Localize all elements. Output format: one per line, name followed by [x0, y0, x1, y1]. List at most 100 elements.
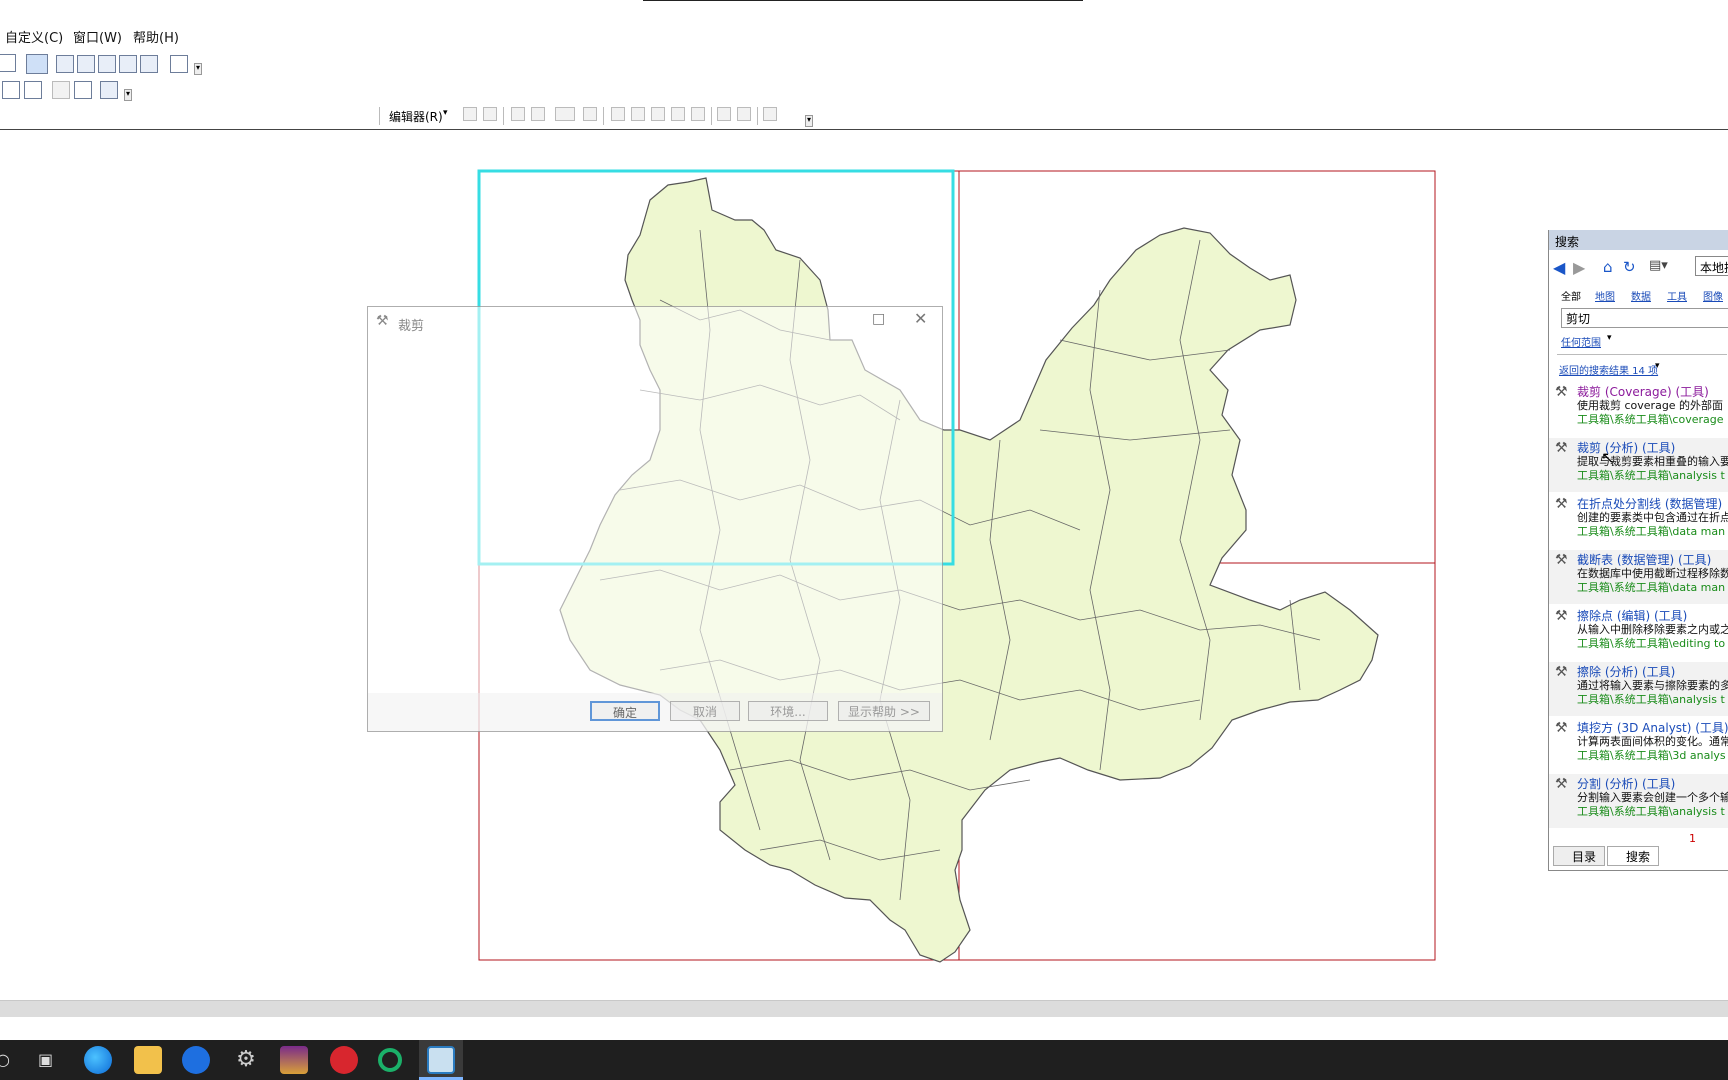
zoom-window-icon[interactable]	[100, 81, 118, 99]
table-icon[interactable]	[56, 55, 74, 73]
separator	[711, 107, 712, 125]
editor-tool-icon[interactable]	[26, 54, 48, 74]
back-icon[interactable]: ◀	[1553, 258, 1569, 277]
cut-polygon-icon	[651, 107, 665, 121]
result-path: 工具箱\系统工具箱\data man	[1577, 525, 1726, 538]
chevron-down-icon[interactable]: ▾	[1607, 333, 1612, 343]
hammer-icon: ⚒	[1555, 496, 1568, 512]
tab-search[interactable]: 搜索	[1607, 846, 1659, 866]
app-icon[interactable]: ⚙	[232, 1046, 260, 1074]
hammer-icon: ⚒	[1555, 720, 1568, 736]
separator	[503, 107, 504, 125]
tab-tools[interactable]: 工具	[1667, 288, 1687, 303]
python-window-icon[interactable]	[140, 55, 158, 73]
toolbar-row-2: ▾	[0, 78, 220, 102]
toolbar-options-icon[interactable]: ▾	[805, 115, 813, 127]
catalog-icon[interactable]	[77, 55, 95, 73]
menu-customize[interactable]: 自定义(C)	[5, 27, 63, 46]
search-panel: 搜索 ◀ ▶ ⌂ ↻ ▤▾ 本地搜 全部 地图 数据 工具 图像 任何范围 ▾ …	[1548, 230, 1728, 871]
green-circle-icon[interactable]	[378, 1048, 402, 1072]
result-path: 工具箱\系统工具箱\analysis t	[1577, 693, 1725, 706]
view-options-icon[interactable]: ▤▾	[1649, 258, 1668, 274]
extent-link[interactable]: 任何范围	[1561, 334, 1601, 349]
file-explorer-icon[interactable]	[134, 1046, 162, 1074]
toolbar-grip	[379, 107, 380, 125]
maximize-icon[interactable]: □	[872, 311, 885, 327]
task-view-icon[interactable]: ▣	[38, 1050, 53, 1069]
editor-toolbar: 编辑器(R) ▾ ▾	[375, 104, 815, 128]
search-result[interactable]: ⚒ 截断表 (数据管理) (工具) 在数据库中使用截断过程移除数 工具箱\系统工…	[1549, 550, 1728, 604]
bing-icon[interactable]	[182, 1046, 210, 1074]
model-builder-icon[interactable]	[170, 55, 188, 73]
cancel-button[interactable]: 取消	[670, 701, 740, 721]
mouse-cursor-icon: ↖	[1601, 448, 1615, 467]
measure-icon[interactable]	[74, 81, 92, 99]
netease-music-icon[interactable]	[330, 1046, 358, 1074]
arcmap-icon[interactable]	[427, 1046, 455, 1074]
search-result[interactable]: ⚒ 分割 (分析) (工具) 分割输入要素会创建一个多个输 工具箱\系统工具箱\…	[1549, 774, 1728, 828]
xy-icon[interactable]	[24, 81, 42, 99]
tab-maps[interactable]: 地图	[1595, 288, 1615, 303]
hammer-icon: ⚒	[1555, 440, 1568, 456]
scale-dropdown[interactable]	[0, 54, 16, 72]
create-features-icon	[763, 107, 777, 121]
results-summary[interactable]: 返回的搜索结果 14 项	[1559, 362, 1658, 377]
hammer-icon: ⚒	[1555, 664, 1568, 680]
tab-images[interactable]: 图像	[1703, 288, 1723, 303]
search-result[interactable]: ⚒ 在折点处分割线 (数据管理) 创建的要素类中包含通过在折点 工具箱\系统工具…	[1549, 494, 1728, 548]
edit-tool-icon	[463, 107, 477, 121]
edge-icon[interactable]	[84, 1046, 112, 1074]
hammer-icon: ⚒	[376, 313, 389, 329]
result-path: 工具箱\系统工具箱\coverage	[1577, 413, 1724, 426]
horizontal-scrollbar[interactable]	[0, 1000, 1728, 1017]
georef-icon[interactable]	[2, 81, 20, 99]
trace-icon	[555, 107, 575, 121]
search-result[interactable]: ⚒ 填挖方 (3D Analyst) (工具) 计算两表面间体积的变化。通常 工…	[1549, 718, 1728, 772]
attributes-icon	[717, 107, 731, 121]
sketch-properties-icon	[737, 107, 751, 121]
show-help-button[interactable]: 显示帮助 >>	[838, 701, 930, 721]
result-path: 工具箱\系统工具箱\data man	[1577, 581, 1726, 594]
search-window-icon[interactable]	[98, 55, 116, 73]
chevron-down-icon[interactable]: ▾	[1655, 361, 1660, 371]
clip-dialog: ⚒ 裁剪 □ ✕ 确定 取消 环境... 显示帮助 >>	[367, 306, 943, 732]
rotate-icon	[691, 107, 705, 121]
hammer-icon: ⚒	[1555, 552, 1568, 568]
status-bar	[0, 1017, 1728, 1039]
toolbar-row-1: ▾	[0, 52, 220, 76]
taskbar: ○ ▣ ⚙	[0, 1040, 1728, 1080]
result-path: 工具箱\系统工具箱\3d analys	[1577, 749, 1726, 762]
ok-button[interactable]: 确定	[590, 701, 660, 721]
winrar-icon[interactable]	[280, 1046, 308, 1074]
tab-catalog[interactable]: 目录	[1553, 846, 1605, 866]
window-title-underline	[643, 0, 1083, 1]
point-icon	[583, 107, 597, 121]
divider	[1557, 354, 1727, 355]
tab-data[interactable]: 数据	[1631, 288, 1651, 303]
search-result[interactable]: ⚒ 擦除点 (编辑) (工具) 从输入中删除移除要素之内或之 工具箱\系统工具箱…	[1549, 606, 1728, 660]
edit-vertices-icon	[611, 107, 625, 121]
result-path: 工具箱\系统工具箱\editing to	[1577, 637, 1726, 650]
refresh-icon[interactable]: ↻	[1623, 258, 1639, 276]
menu-help[interactable]: 帮助(H)	[133, 27, 179, 46]
environments-button[interactable]: 环境...	[748, 701, 828, 721]
editor-menu[interactable]: 编辑器(R)	[389, 108, 443, 125]
home-icon[interactable]: ⌂	[1603, 258, 1619, 276]
close-icon[interactable]: ✕	[914, 309, 927, 328]
local-search-button[interactable]: 本地搜	[1695, 256, 1728, 276]
hammer-icon: ⚒	[1555, 776, 1568, 792]
menu-window[interactable]: 窗口(W)	[73, 27, 122, 46]
separator	[603, 107, 604, 125]
search-result[interactable]: ⚒ 裁剪 (Coverage) (工具) 使用裁剪 coverage 的外部面 …	[1549, 382, 1728, 436]
page-number[interactable]: 1	[1689, 832, 1696, 845]
forward-icon[interactable]: ▶	[1573, 258, 1589, 277]
arctoolbox-icon[interactable]	[119, 55, 137, 73]
toolbar-options-icon[interactable]: ▾	[124, 89, 132, 101]
toolbar-options-icon[interactable]: ▾	[194, 63, 202, 75]
tab-all[interactable]: 全部	[1561, 288, 1581, 303]
reshape-icon	[631, 107, 645, 121]
search-result[interactable]: ⚒ 擦除 (分析) (工具) 通过将输入要素与擦除要素的多 工具箱\系统工具箱\…	[1549, 662, 1728, 716]
search-icon[interactable]: ○	[0, 1050, 10, 1069]
search-result[interactable]: ⚒ 裁剪 (分析) (工具) 提取与裁剪要素相重叠的输入要 工具箱\系统工具箱\…	[1549, 438, 1728, 492]
search-input[interactable]	[1561, 308, 1728, 328]
